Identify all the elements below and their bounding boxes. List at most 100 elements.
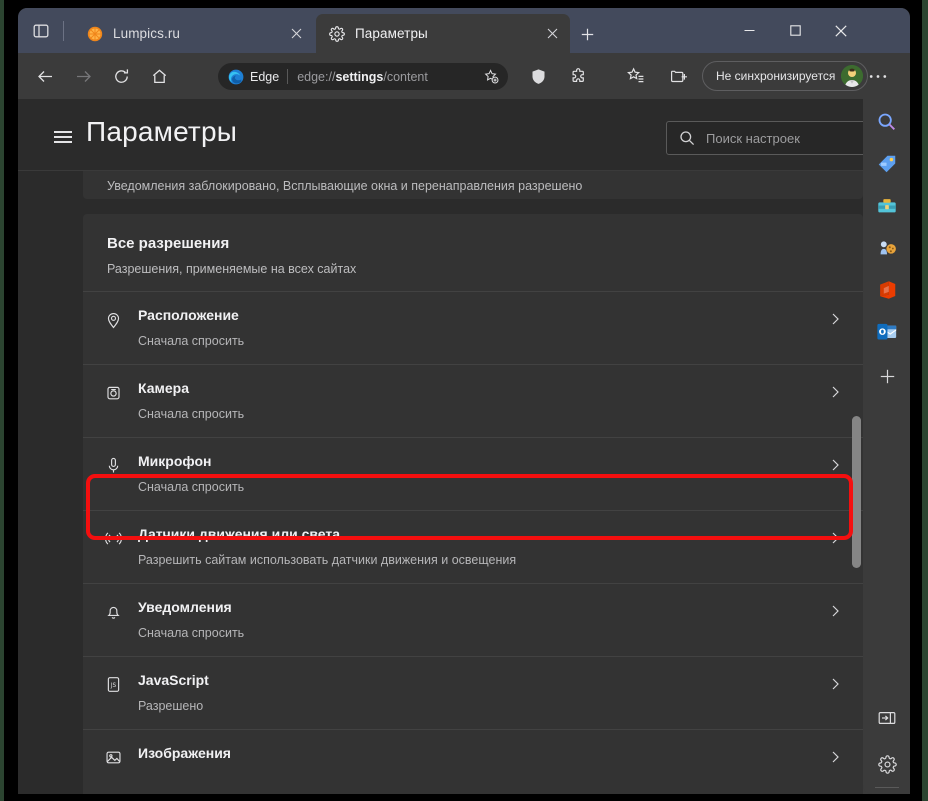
browser-tab-lumpics[interactable]: Lumpics.ru [74,14,314,53]
expand-sidebar-icon[interactable] [872,703,902,733]
permission-title: JavaScript [138,672,209,688]
address-bar[interactable]: Edge edge://settings/content [218,63,508,90]
chevron-right-icon[interactable] [825,674,845,694]
hamburger-menu-icon[interactable] [48,121,78,151]
page-scrollbar[interactable] [850,171,863,794]
tab-strip-divider [63,21,64,41]
url-bold: settings [335,69,384,84]
permission-title: Уведомления [138,599,232,615]
permission-row-location[interactable]: Расположение Сначала спросить [83,291,863,364]
permission-title: Микрофон [138,453,212,469]
svg-text:JS: JS [109,682,116,688]
maximize-button[interactable] [772,8,818,53]
permission-row-microphone[interactable]: Микрофон Сначала спросить [83,437,863,510]
tab-list-icon[interactable] [26,16,56,46]
permission-title: Расположение [138,307,239,323]
omnibox-divider [287,69,289,84]
sync-status-button[interactable]: Не синхронизируется [702,61,869,91]
settings-page-header: Параметры Поиск настроек [18,99,863,171]
omnibox-url: edge://settings/content [297,70,480,84]
tab-close-icon[interactable] [540,22,564,46]
back-arrow-icon[interactable] [30,61,60,91]
shopping-tag-icon[interactable] [872,149,902,179]
permission-row-notifications[interactable]: Уведомления Сначала спросить [83,583,863,656]
gear-icon [328,25,345,42]
permission-row-images[interactable]: Изображения [83,729,863,794]
page-scrollbar-thumb[interactable] [852,416,861,568]
more-options-icon[interactable] [863,61,893,91]
page-title: Параметры [86,116,238,147]
sync-status-label: Не синхронизируется [716,69,836,83]
close-button[interactable] [818,8,864,53]
sidebar-settings-gear-icon[interactable] [872,749,902,779]
bell-icon [101,599,125,623]
edge-logo-icon [228,69,244,85]
permission-row-motion-sensors[interactable]: Датчики движения или света Разрешить сай… [83,510,863,583]
tab-title: Параметры [355,26,428,41]
permission-title: Камера [138,380,189,396]
url-prefix: edge:// [297,69,336,84]
tab-strip: Lumpics.ru Параметры [18,8,910,53]
location-pin-icon [101,307,125,331]
javascript-icon: JS [101,672,125,696]
collections-icon[interactable] [663,61,693,91]
shield-icon[interactable] [523,61,553,91]
search-input[interactable]: Поиск настроек [666,121,863,155]
new-tab-button[interactable] [574,21,600,47]
tools-toolbox-icon[interactable] [872,191,902,221]
browser-window: Lumpics.ru Параметры Edge edge://setting… [18,8,910,794]
search-bing-icon[interactable] [872,107,902,137]
all-permissions-card: Все разрешения Разрешения, применяемые н… [83,214,863,794]
microphone-icon [101,453,125,477]
settings-content-scroll: Уведомления заблокировано, Всплывающие о… [18,171,863,794]
permissions-list: Расположение Сначала спросить Камера Сна… [83,291,863,794]
url-suffix: /content [383,69,428,84]
games-icon[interactable] [872,233,902,263]
tab-title: Lumpics.ru [113,26,181,41]
all-permissions-title: Все разрешения [107,235,230,252]
permission-status: Сначала спросить [138,626,245,640]
minimize-button[interactable] [726,8,772,53]
motion-sensor-icon [101,526,125,550]
refresh-icon[interactable] [106,61,136,91]
settings-page: Параметры Поиск настроек Уведомления заб… [18,99,863,794]
chevron-right-icon[interactable] [825,455,845,475]
permission-status: Разрешено [138,699,204,713]
camera-icon [101,380,125,404]
office-icon[interactable] [872,275,902,305]
permission-row-camera[interactable]: Камера Сначала спросить [83,364,863,437]
chevron-right-icon[interactable] [825,528,845,548]
site-permissions-summary-card: Уведомления заблокировано, Всплывающие о… [83,171,863,199]
permission-status: Сначала спросить [138,407,245,421]
chevron-right-icon[interactable] [825,382,845,402]
chevron-right-icon[interactable] [825,601,845,621]
user-avatar[interactable] [841,65,864,87]
browser-tab-settings[interactable]: Параметры [316,14,570,53]
permission-title: Датчики движения или света [138,526,341,542]
omnibox-brand-label: Edge [250,69,280,84]
home-icon[interactable] [144,61,174,91]
chevron-right-icon[interactable] [825,309,845,329]
permission-status: Сначала спросить [138,334,245,348]
tab-close-icon[interactable] [284,22,308,46]
forward-arrow-icon [68,61,98,91]
outlook-icon[interactable] [872,317,902,347]
search-icon [679,130,695,146]
add-favorite-star-icon[interactable] [480,66,502,88]
permission-title: Изображения [138,745,231,761]
search-placeholder-text: Поиск настроек [706,130,800,146]
orange-slice-icon [86,25,103,42]
permission-status: Разрешить сайтам использовать датчики дв… [138,553,517,567]
browser-toolbar: Edge edge://settings/content Не синхрони… [18,53,910,99]
sidebar-divider [875,787,899,788]
add-sidebar-app-icon[interactable] [872,361,902,391]
permissions-summary-text: Уведомления заблокировано, Всплывающие о… [107,179,583,193]
permission-row-javascript[interactable]: JS JavaScript Разрешено [83,656,863,729]
edge-sidebar [863,99,910,794]
favorites-star-icon[interactable] [621,61,651,91]
all-permissions-subtitle: Разрешения, применяемые на всех сайтах [107,262,357,276]
image-icon [101,745,125,769]
chevron-right-icon[interactable] [825,747,845,767]
permission-status: Сначала спросить [138,480,245,494]
extensions-puzzle-icon[interactable] [563,61,593,91]
